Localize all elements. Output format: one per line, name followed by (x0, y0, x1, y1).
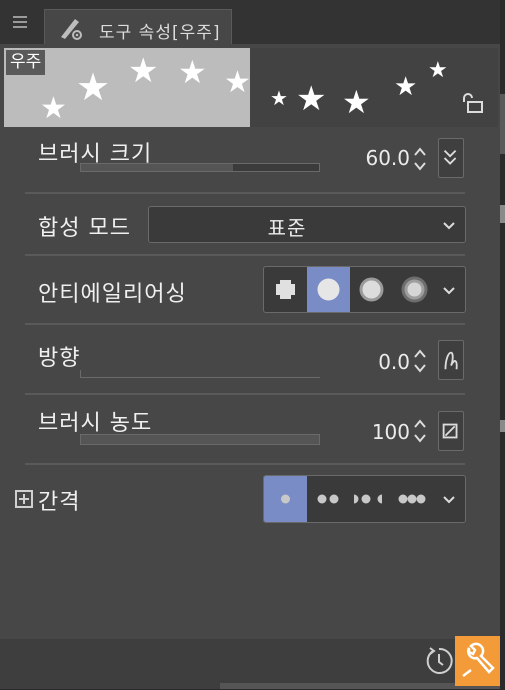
star-shape: ★ (128, 51, 159, 91)
brush-preview: 우주 ★ ★ ★ ★ ★ ★ ★ ★ ★ ★ (4, 48, 498, 127)
star-shape: ★ (394, 72, 418, 102)
aa-option-none[interactable] (264, 267, 307, 312)
star-shape: ★ (224, 65, 251, 100)
dot-double-icon (317, 494, 339, 504)
blend-mode-label: 합성 모드 (38, 216, 131, 241)
star-shape: ★ (76, 65, 111, 109)
divider (25, 254, 465, 256)
strip-mark (500, 94, 505, 154)
direction-dynamics-button[interactable] (438, 340, 464, 380)
direction-label: 방향 (38, 346, 81, 371)
brush-density-dynamics-button[interactable] (438, 411, 464, 451)
brush-settings-icon (61, 19, 82, 40)
brush-size-value[interactable]: 60.0 (350, 146, 410, 170)
brush-density-slider[interactable] (80, 434, 320, 445)
brush-density-stepper[interactable] (413, 416, 427, 446)
double-chevron-down-icon (443, 149, 457, 165)
tool-property-panel: 도구 속성[우주] 우주 ★ ★ ★ ★ ★ ★ ★ ★ ★ ★ 브러시 크기 … (0, 0, 500, 689)
star-shape: ★ (342, 83, 371, 121)
spacing-selector[interactable] (263, 475, 466, 523)
star-shape: ★ (296, 79, 327, 119)
divider (25, 393, 465, 395)
no-dynamics-icon (442, 423, 458, 439)
hamburger-icon[interactable] (6, 8, 34, 36)
tab-bar: 도구 속성[우주] (0, 0, 500, 44)
brush-size-stepper[interactable] (413, 144, 427, 174)
chevron-down-icon[interactable] (443, 493, 455, 505)
aa-option-medium[interactable] (350, 267, 393, 312)
blend-mode-dropdown[interactable]: 표준 (148, 206, 466, 243)
strip-mark (500, 420, 505, 432)
divider (25, 192, 465, 194)
spacing-option-fixed[interactable] (394, 476, 434, 522)
spacing-option-normal[interactable] (310, 476, 350, 522)
star-shape: ★ (40, 91, 67, 126)
star-shape: ★ (270, 86, 288, 110)
tab-tool-property[interactable]: 도구 속성[우주] (44, 9, 232, 44)
chevron-down-icon (443, 222, 455, 230)
aa-medium-icon (359, 277, 384, 302)
dot-overlap-icon (354, 494, 382, 504)
brush-size-slider[interactable] (80, 163, 320, 172)
aa-strong-icon (401, 276, 428, 303)
preview-label: 우주 (6, 50, 46, 75)
brush-density-label: 브러시 농도 (38, 411, 153, 436)
pen-pressure-icon (444, 351, 458, 370)
star-shape: ★ (178, 53, 207, 91)
direction-slider[interactable] (80, 370, 320, 378)
clock-reset-icon[interactable] (423, 645, 455, 677)
blend-mode-value: 표준 (267, 216, 307, 240)
divider (25, 463, 465, 465)
aa-none-icon (276, 280, 295, 299)
brush-size-fill (81, 164, 234, 171)
spacing-option-narrow[interactable] (264, 476, 307, 522)
lock-open-icon[interactable] (462, 93, 484, 113)
spacing-label: 간격 (38, 490, 81, 515)
strip-mark (500, 205, 505, 223)
spacing-option-wide[interactable] (350, 476, 392, 522)
brush-size-dynamics-button[interactable] (438, 138, 464, 178)
aa-option-strong[interactable] (393, 267, 436, 312)
antialiasing-label: 안티에일리어싱 (38, 282, 187, 307)
settings-button[interactable] (455, 636, 505, 686)
divider (25, 323, 465, 325)
aa-option-weak[interactable] (307, 267, 350, 312)
direction-value[interactable]: 0.0 (350, 350, 410, 374)
dot-single-icon (281, 494, 290, 504)
dot-triple-icon (398, 494, 426, 504)
chevron-down-icon[interactable] (443, 284, 455, 296)
brush-density-value[interactable]: 100 (350, 420, 410, 444)
right-edge-strip (500, 0, 505, 689)
direction-stepper[interactable] (413, 346, 427, 376)
aa-weak-icon (317, 278, 340, 301)
antialiasing-selector[interactable] (263, 266, 466, 313)
star-shape: ★ (428, 58, 448, 83)
tab-title: 도구 속성[우주] (99, 23, 221, 43)
wrench-icon (462, 642, 495, 677)
plus-box-icon[interactable] (15, 490, 33, 508)
brush-density-fill (81, 435, 319, 444)
